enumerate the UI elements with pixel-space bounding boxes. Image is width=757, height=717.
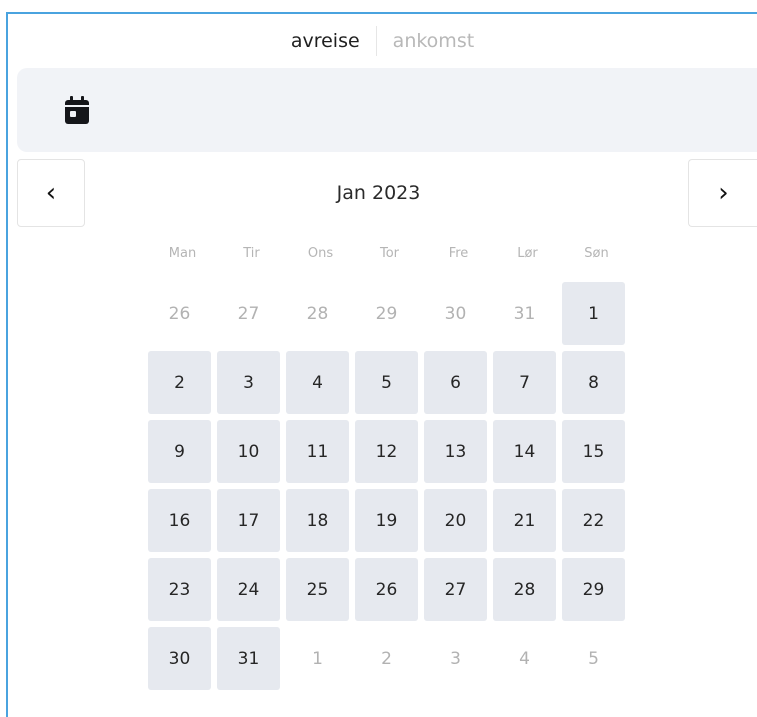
tab-divider xyxy=(375,26,377,56)
weekday-label: Fre xyxy=(448,246,469,261)
calendar-day-outside-month: 29 xyxy=(375,303,398,324)
calendar-day[interactable]: 14 xyxy=(493,420,556,483)
month-title: Jan 2023 xyxy=(336,182,421,204)
calendar-day[interactable]: 3 xyxy=(217,351,280,414)
calendar-day[interactable]: 24 xyxy=(217,558,280,621)
calendar-day-outside-month: 5 xyxy=(588,648,599,669)
weekday-label: Ons xyxy=(307,246,334,261)
calendar-day[interactable]: 29 xyxy=(562,558,625,621)
calendar-day[interactable]: 16 xyxy=(148,489,211,552)
calendar-day-outside-month: 4 xyxy=(519,648,530,669)
calendar-day[interactable]: 23 xyxy=(148,558,211,621)
calendar-day[interactable]: 12 xyxy=(355,420,418,483)
calendar-day[interactable]: 2 xyxy=(148,351,211,414)
calendar-day[interactable]: 19 xyxy=(355,489,418,552)
calendar-day[interactable]: 26 xyxy=(355,558,418,621)
calendar-day[interactable]: 31 xyxy=(217,627,280,690)
calendar-day-outside-month: 27 xyxy=(237,303,260,324)
calendar-day-outside-month: 28 xyxy=(306,303,329,324)
calendar-day[interactable]: 30 xyxy=(148,627,211,690)
calendar-day-outside-month: 30 xyxy=(444,303,467,324)
calendar-day[interactable]: 11 xyxy=(286,420,349,483)
calendar-day-outside-month: 2 xyxy=(381,648,392,669)
calendar-day[interactable]: 13 xyxy=(424,420,487,483)
calendar-day-outside-month: 26 xyxy=(168,303,191,324)
weekday-label: Man xyxy=(168,246,197,261)
calendar-day[interactable]: 6 xyxy=(424,351,487,414)
calendar-icon[interactable] xyxy=(65,96,89,124)
weekday-label: Lør xyxy=(517,246,538,261)
calendar-day-outside-month: 1 xyxy=(312,648,323,669)
chevron-right-icon: › xyxy=(718,178,729,208)
tab-arrival[interactable]: ankomst xyxy=(381,30,487,52)
weekday-label: Tir xyxy=(243,246,260,261)
calendar-day[interactable]: 4 xyxy=(286,351,349,414)
weekday-label: Tor xyxy=(379,246,400,261)
calendar-day-outside-month: 31 xyxy=(513,303,536,324)
calendar-day[interactable]: 22 xyxy=(562,489,625,552)
calendar-day[interactable]: 15 xyxy=(562,420,625,483)
calendar-day[interactable]: 1 xyxy=(562,282,625,345)
calendar-day-outside-month: 3 xyxy=(450,648,461,669)
calendar-day[interactable]: 27 xyxy=(424,558,487,621)
calendar-day[interactable]: 8 xyxy=(562,351,625,414)
calendar-day[interactable]: 28 xyxy=(493,558,556,621)
calendar-day[interactable]: 5 xyxy=(355,351,418,414)
calendar-day[interactable]: 21 xyxy=(493,489,556,552)
calendar-day-grid: 26 27 28 29 30 31 1 2 3 4 5 6 7 8 9 10 11 12 13 14 15 16 17 18 1… xyxy=(148,282,625,690)
calendar-day[interactable]: 17 xyxy=(217,489,280,552)
calendar-day[interactable]: 20 xyxy=(424,489,487,552)
weekday-header: Man Tir Ons Tor Fre Lør Søn xyxy=(148,246,631,261)
calendar-day[interactable]: 25 xyxy=(286,558,349,621)
date-input-field[interactable] xyxy=(17,68,757,152)
tab-departure[interactable]: avreise xyxy=(279,30,372,52)
calendar-day[interactable]: 9 xyxy=(148,420,211,483)
calendar-day[interactable]: 18 xyxy=(286,489,349,552)
weekday-label: Søn xyxy=(584,246,609,261)
calendar-day[interactable]: 7 xyxy=(493,351,556,414)
trip-direction-tabs: avreise ankomst xyxy=(8,14,757,68)
next-month-button[interactable]: › xyxy=(688,159,757,227)
calendar-day[interactable]: 10 xyxy=(217,420,280,483)
